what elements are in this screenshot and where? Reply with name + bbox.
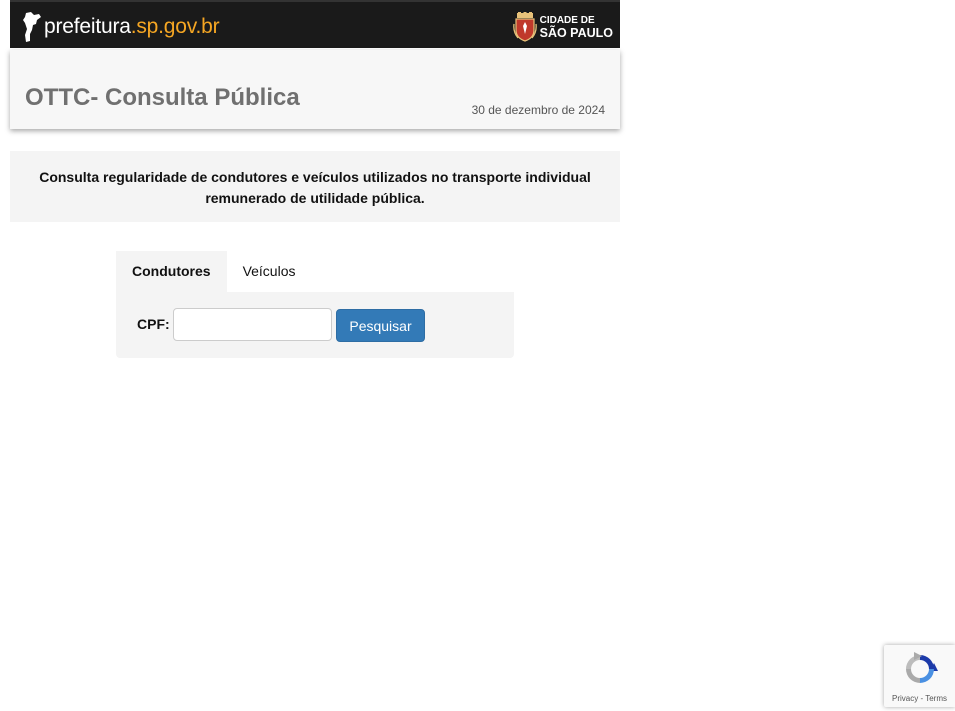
condutores-panel: CPF: Pesquisar	[116, 292, 514, 358]
prefeitura-logo-text: prefeitura.sp.gov.br	[44, 15, 220, 38]
info-text: Consulta regularidade de condutores e ve…	[39, 169, 591, 206]
tab-strip: Condutores Veículos	[116, 251, 514, 292]
tab-condutores[interactable]: Condutores	[116, 251, 227, 292]
recaptcha-icon	[906, 652, 938, 683]
page-title: OTTC- Consulta Pública	[25, 84, 300, 111]
top-bar: prefeitura.sp.gov.br CIDADE DE SÃO PAULO	[10, 0, 620, 48]
current-date: 30 de dezembro de 2024	[471, 103, 605, 117]
sao-paulo-state-map-icon	[23, 12, 41, 42]
search-button[interactable]: Pesquisar	[336, 309, 425, 342]
search-tabs: Condutores Veículos CPF: Pesquisar	[116, 251, 514, 358]
page: prefeitura.sp.gov.br CIDADE DE SÃO PAULO…	[0, 0, 955, 711]
city-logo-text: CIDADE DE SÃO PAULO	[539, 15, 613, 40]
cpf-input[interactable]	[173, 308, 332, 341]
recaptcha-badge[interactable]: Privacy - Terms	[884, 645, 955, 707]
recaptcha-links[interactable]: Privacy - Terms	[884, 694, 955, 703]
title-card: OTTC- Consulta Pública 30 de dezembro de…	[10, 50, 620, 129]
city-coat-of-arms-icon	[512, 12, 537, 42]
cpf-label: CPF:	[137, 316, 170, 332]
prefeitura-logo[interactable]: prefeitura.sp.gov.br	[22, 11, 220, 43]
cidade-de-sao-paulo-logo[interactable]: CIDADE DE SÃO PAULO	[512, 12, 613, 42]
info-box: Consulta regularidade de condutores e ve…	[10, 151, 620, 222]
tab-veiculos[interactable]: Veículos	[227, 251, 312, 292]
